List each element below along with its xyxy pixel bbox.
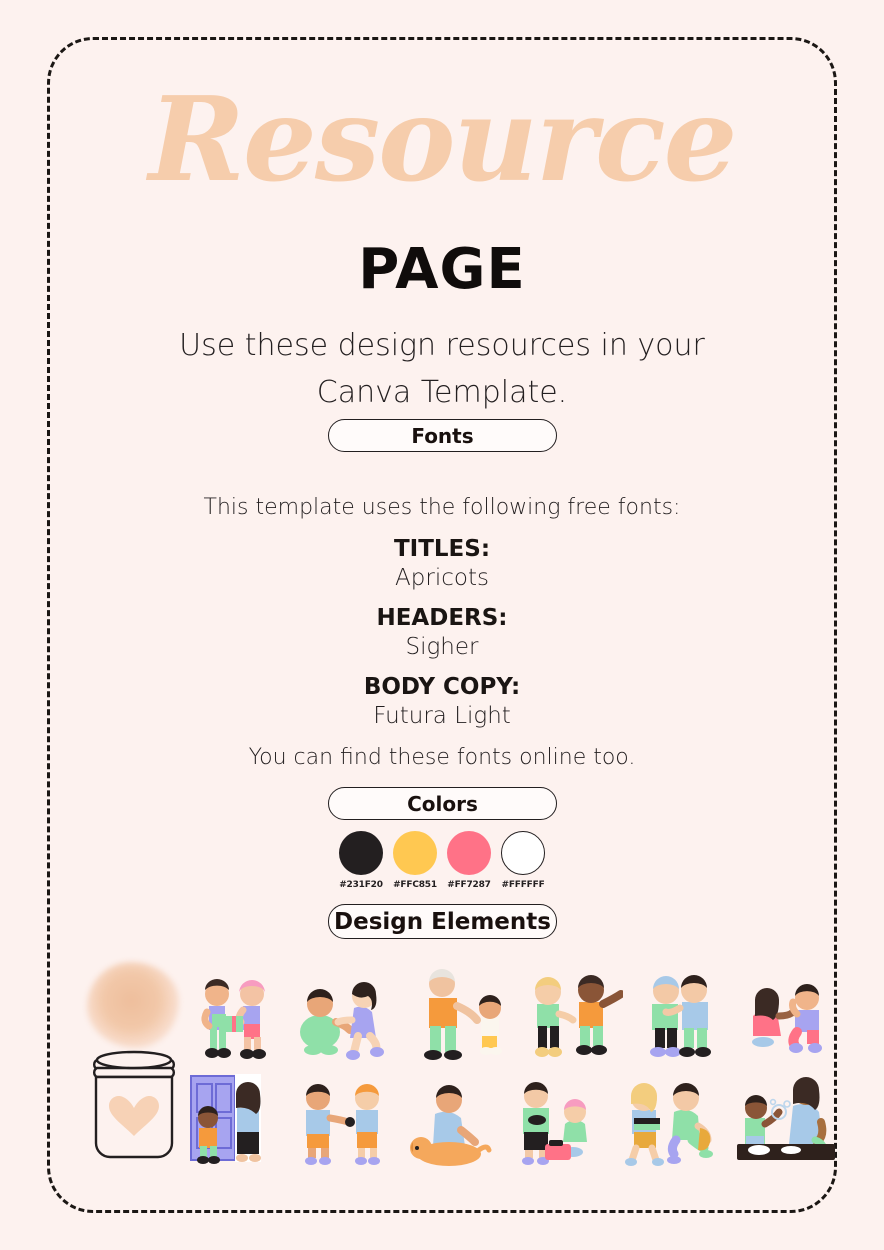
font-group-body-copy-label: BODY COPY: (363, 674, 521, 700)
color-swatch-dot (501, 831, 545, 875)
font-group-body-copy-value: Futura Light (373, 702, 511, 729)
mason-jar-icon (93, 1050, 175, 1159)
toddler-reaching-for-girl-illustration (299, 982, 384, 1060)
font-group-titles-value: Apricots (395, 564, 489, 591)
illustration-row-1 (187, 956, 837, 1064)
color-swatch-dot (447, 831, 491, 875)
fonts-footer-text: You can find these fonts online too. (248, 745, 636, 770)
intro-line-1: Use these design resources in your (179, 328, 705, 363)
two-children-hugging-illustration (650, 975, 712, 1057)
font-group-headers-value: Sigher (405, 633, 479, 660)
boy-and-woman-washing-dishes-illustration (736, 1077, 835, 1160)
color-swatch-dot (339, 831, 383, 875)
boy-and-girl-playing-with-toy-illustration (304, 1084, 380, 1165)
color-swatch: #FFFFFF (499, 831, 547, 890)
kids-carrying-books-and-bag-illustration (625, 1083, 714, 1166)
font-group-titles-label: TITLES: (393, 536, 491, 562)
illustration-row-2 (187, 1068, 837, 1168)
intro-line-2: Canva Template. (316, 375, 568, 411)
color-swatch-hex: #231F20 (339, 880, 383, 890)
intro-paragraph: Use these design resources in your Canva… (107, 322, 777, 417)
two-girls-at-doorway-illustration (190, 1074, 261, 1164)
blond-toddler-and-boy-pointing-illustration (535, 975, 624, 1057)
color-swatch: #FF7287 (445, 831, 493, 890)
grandparent-with-toddler-illustration (423, 969, 502, 1060)
font-group-titles: TITLES: Apricots (47, 535, 837, 593)
page-content: Resource PAGE Use these design resources… (47, 37, 837, 1213)
color-swatch: #FFC851 (391, 831, 439, 890)
section-header-design-elements-label: Design Elements (334, 908, 551, 935)
section-header-colors: Colors (328, 787, 557, 820)
color-swatch-hex: #FFFFFF (501, 880, 545, 890)
watercolor-blob-icon (87, 962, 179, 1048)
section-header-colors-label: Colors (407, 791, 478, 816)
fonts-lead-text: This template uses the following free fo… (203, 495, 681, 520)
section-header-fonts: Fonts (328, 419, 557, 452)
mason-jar-illustration (69, 962, 199, 1167)
font-group-headers: HEADERS: Sigher (47, 604, 837, 662)
color-swatch-list: #231F20 #FFC851 #FF7287 #FFFFFF (337, 831, 547, 890)
kids-sharing-gift-illustration (201, 979, 266, 1059)
page-title-script: Resource (148, 72, 738, 208)
resource-page: Resource PAGE Use these design resources… (0, 0, 884, 1250)
design-elements-gallery (47, 952, 837, 1192)
color-swatch: #231F20 (337, 831, 385, 890)
font-group-headers-label: HEADERS: (376, 605, 508, 631)
color-swatch-dot (393, 831, 437, 875)
section-header-fonts-label: Fonts (411, 423, 474, 448)
girl-crouching-and-boy-waving-illustration (751, 984, 822, 1053)
color-swatch-hex: #FFC851 (393, 880, 437, 890)
page-title-sub: PAGE (358, 237, 526, 302)
section-header-design-elements: Design Elements (328, 904, 557, 939)
color-swatch-hex: #FF7287 (447, 880, 491, 890)
boy-petting-orange-dog-illustration (409, 1085, 492, 1166)
boy-with-toy-and-baby-with-bin-illustration (522, 1082, 588, 1165)
font-group-body-copy: BODY COPY: Futura Light (47, 673, 837, 731)
